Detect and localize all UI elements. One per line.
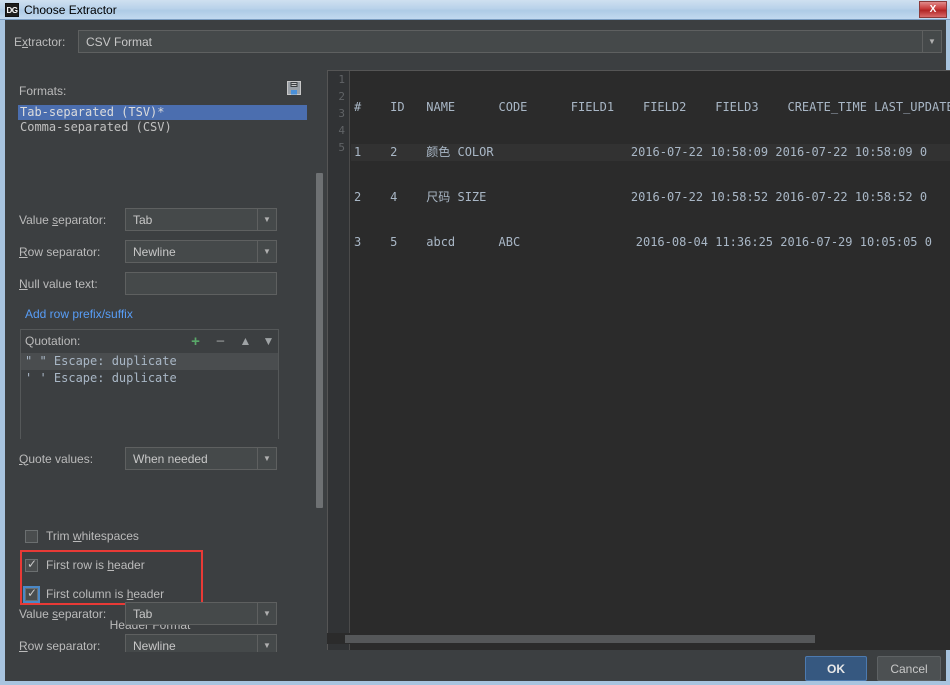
checkbox-label: Trim whitespaces [46,529,139,543]
extractor-label: Extractor: [14,35,65,49]
formats-list[interactable]: Tab-separated (TSV)* Comma-separated (CS… [18,105,307,135]
header-value-separator-label: Value separator: [19,607,125,621]
checkbox-icon[interactable] [25,588,38,601]
checkbox-icon[interactable] [25,559,38,572]
preview-editor[interactable]: 1 2 3 4 5 # ID NAME CODE FIELD1 FIELD2 F… [327,70,950,650]
extractor-row: Extractor: CSV Format ▼ [14,30,942,54]
line-number: 1 [328,71,349,88]
row-separator-combobox[interactable]: Newline ▼ [125,240,277,263]
cancel-button[interactable]: Cancel [877,656,941,681]
chevron-down-icon: ▼ [257,603,276,624]
arrow-up-icon[interactable]: ▲ [237,333,254,350]
checkbox-first-row-is-header[interactable]: First row is header [25,558,145,572]
format-item-tsv[interactable]: Tab-separated (TSV)* [18,105,307,120]
add-row-prefix-suffix-link[interactable]: Add row prefix/suffix [25,307,133,321]
ok-button[interactable]: OK [805,656,867,681]
preview-row: 3 5 abcd ABC 2016-08-04 11:36:25 2016-07… [351,234,950,251]
chevron-down-icon: ▼ [257,209,276,230]
settings-panel: Formats: Tab-separated (TSV)* Comma-sepa… [5,61,315,652]
remove-icon[interactable]: − [212,333,229,350]
datagrip-icon: DG [5,3,19,17]
editor-horizontal-scrollbar[interactable] [327,633,950,644]
header-value-separator-row: Value separator: Tab ▼ [19,602,277,625]
header-value-separator-value: Tab [126,607,257,621]
checkbox-label: First row is header [46,558,145,572]
editor-gutter: 1 2 3 4 5 [328,71,350,650]
row-separator-label: Row separator: [19,245,125,259]
preview-row: 2 4 尺码 SIZE 2016-07-22 10:58:52 2016-07-… [351,189,950,206]
quotation-group: Quotation: + − ▲ ▼ " " Escape: duplicate… [20,329,279,439]
preview-row: 1 2 颜色 COLOR 2016-07-22 10:58:09 2016-07… [351,144,950,161]
save-icon[interactable] [287,81,301,95]
header-row-separator-value: Newline [126,639,257,653]
quotation-label: Quotation: [25,334,80,348]
close-icon[interactable]: X [919,1,947,18]
format-item-csv[interactable]: Comma-separated (CSV) [18,120,307,135]
value-separator-row: Value separator: Tab ▼ [19,208,277,231]
checkbox-icon[interactable] [25,530,38,543]
value-separator-combobox[interactable]: Tab ▼ [125,208,277,231]
extractor-value: CSV Format [79,35,922,49]
preview-header-line: # ID NAME CODE FIELD1 FIELD2 FIELD3 CREA… [351,99,950,116]
quote-values-combobox[interactable]: When needed ▼ [125,447,277,470]
row-separator-row: Row separator: Newline ▼ [19,240,277,263]
header-value-separator-combobox[interactable]: Tab ▼ [125,602,277,625]
header-row-separator-label: Row separator: [19,639,125,653]
window-title: Choose Extractor [24,3,117,17]
null-value-label: Null value text: [19,277,125,291]
quote-values-label: Quote values: [19,452,125,466]
null-value-row: Null value text: [19,272,277,295]
chevron-down-icon: ▼ [922,31,941,52]
checkbox-trim-whitespaces[interactable]: Trim whitespaces [25,529,139,543]
chevron-down-icon: ▼ [257,448,276,469]
line-number: 2 [328,88,349,105]
formats-label: Formats: [19,84,66,98]
line-number: 3 [328,105,349,122]
value-separator-value: Tab [126,213,257,227]
chevron-down-icon: ▼ [257,241,276,262]
scrollbar-thumb[interactable] [316,173,323,508]
add-icon[interactable]: + [187,333,204,350]
quote-values-value: When needed [126,452,257,466]
null-value-input[interactable] [125,272,277,295]
value-separator-label: Value separator: [19,213,125,227]
editor-content[interactable]: # ID NAME CODE FIELD1 FIELD2 FIELD3 CREA… [351,71,950,650]
window-titlebar: DG Choose Extractor X [0,0,950,20]
settings-scrollbar[interactable] [315,61,324,652]
header-row-separator-row: Row separator: Newline ▼ [19,634,277,652]
quotation-header: Quotation: + − ▲ ▼ [21,330,278,353]
chevron-down-icon: ▼ [257,635,276,652]
arrow-down-icon[interactable]: ▼ [260,333,277,350]
row-separator-value: Newline [126,245,257,259]
preview-row [351,279,950,296]
extractor-combobox[interactable]: CSV Format ▼ [78,30,942,53]
checkbox-label: First column is header [46,587,164,601]
line-number: 5 [328,139,349,156]
line-number: 4 [328,122,349,139]
choose-extractor-dialog: Extractor: CSV Format ▼ Formats: Tab-sep… [0,20,950,685]
quote-values-row: Quote values: When needed ▼ [19,447,277,470]
quotation-list[interactable]: " " Escape: duplicate ' ' Escape: duplic… [21,353,278,439]
scrollbar-thumb[interactable] [345,635,815,643]
checkbox-first-column-is-header[interactable]: First column is header [25,587,164,601]
header-row-separator-combobox[interactable]: Newline ▼ [125,634,277,652]
quotation-row[interactable]: ' ' Escape: duplicate [21,370,278,387]
quotation-row[interactable]: " " Escape: duplicate [21,353,278,370]
